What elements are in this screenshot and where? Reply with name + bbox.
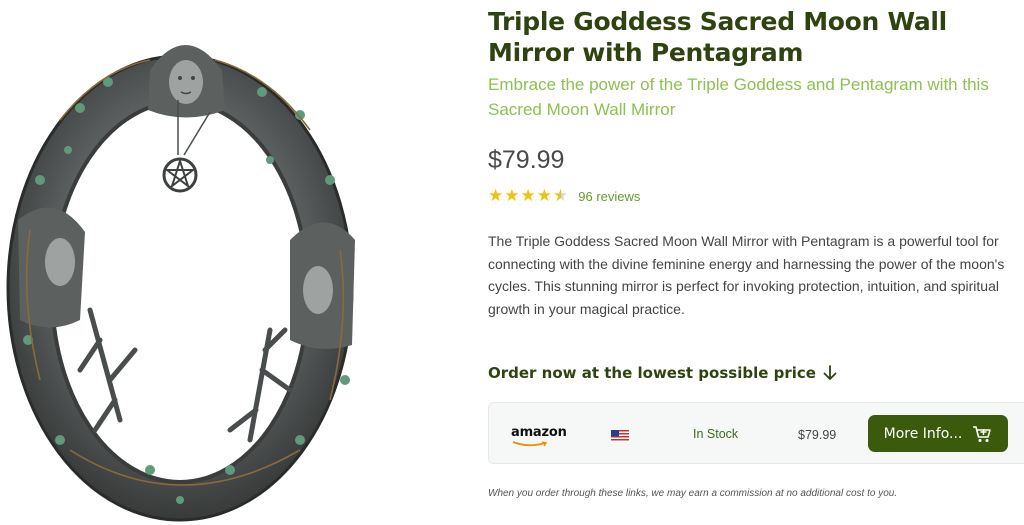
order-heading: Order now at the lowest possible price: [488, 364, 837, 382]
more-info-label: More Info...: [883, 425, 963, 442]
product-image: [6, 45, 355, 522]
offer-row: amazon In Stock $79.99 More Info...: [488, 402, 1024, 464]
product-title: Triple Goddess Sacred Moon Wall Mirror w…: [488, 7, 947, 67]
product-subtitle: Embrace the power of the Triple Goddess …: [488, 75, 989, 119]
star-icon: ★: [520, 186, 536, 205]
product-rating: ★ ★ ★ ★ ★ 96 reviews: [488, 187, 640, 205]
cart-icon: [973, 425, 992, 442]
us-flag-icon: [611, 430, 629, 442]
star-icon: ★: [504, 186, 520, 205]
half-star-icon: ★: [553, 186, 569, 205]
offer-price: $79.99: [798, 428, 837, 442]
more-info-button[interactable]: More Info...: [868, 415, 1008, 452]
amazon-smile-icon: [512, 441, 548, 447]
order-heading-text: Order now at the lowest possible price: [488, 364, 816, 382]
star-rating: ★ ★ ★ ★ ★: [488, 187, 569, 205]
reviews-link[interactable]: 96 reviews: [578, 189, 640, 204]
arrow-down-icon: [823, 365, 837, 380]
star-icon: ★: [488, 186, 504, 205]
stock-status: In Stock: [693, 427, 739, 441]
product-description: The Triple Goddess Sacred Moon Wall Mirr…: [488, 233, 1005, 317]
store-logo: amazon: [511, 425, 567, 440]
star-icon: ★: [536, 186, 552, 205]
affiliate-disclaimer: When you order through these links, we m…: [488, 488, 898, 499]
product-price: $79.99: [488, 146, 565, 174]
